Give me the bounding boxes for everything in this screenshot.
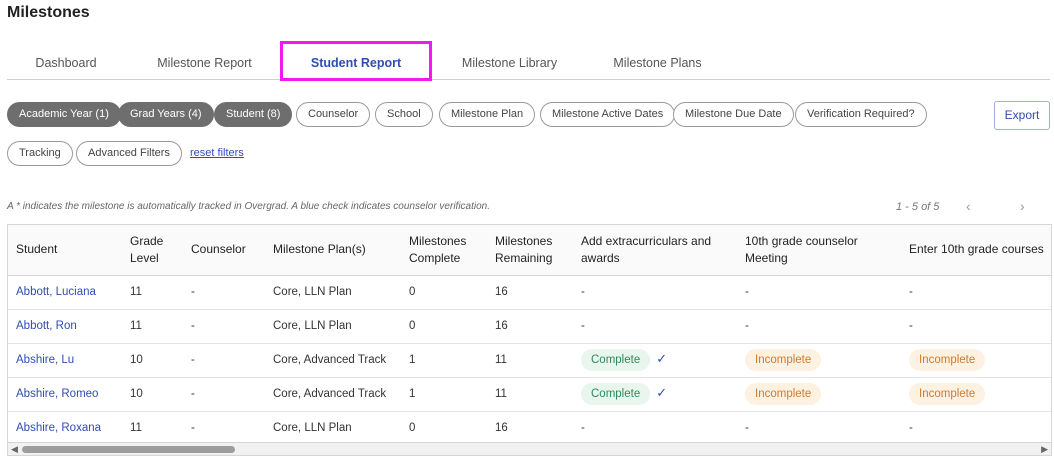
table-header-row: Student Grade Level Counselor Milestone … bbox=[8, 225, 1051, 276]
column-header[interactable]: Milestones Remaining bbox=[487, 225, 573, 276]
tab-milestone-library[interactable]: Milestone Library bbox=[452, 42, 567, 80]
table-row: Abshire, Roxana 11 - Core, LLN Plan 0 16… bbox=[8, 411, 1051, 442]
milestones-complete-cell: 0 bbox=[401, 411, 487, 442]
counselor-cell: - bbox=[183, 343, 265, 378]
extracurriculars-cell: Complete ✓ bbox=[573, 377, 737, 412]
extracurriculars-cell: - bbox=[573, 275, 737, 310]
milestones-remaining-cell: 11 bbox=[487, 377, 573, 412]
milestones-complete-cell: 1 bbox=[401, 377, 487, 412]
courses-cell: - bbox=[901, 275, 1051, 310]
verified-check-icon: ✓ bbox=[656, 385, 668, 400]
milestones-remaining-cell: 16 bbox=[487, 411, 573, 442]
extracurriculars-cell: - bbox=[573, 411, 737, 442]
chevron-right-icon[interactable]: › bbox=[1020, 198, 1025, 214]
filter-grad-years[interactable]: Grad Years (4) bbox=[118, 102, 214, 127]
counselor-meeting-cell: Incomplete bbox=[737, 377, 901, 412]
incomplete-badge: Incomplete bbox=[909, 383, 986, 405]
column-header[interactable]: Counselor bbox=[183, 225, 265, 276]
column-header[interactable]: Milestone Plan(s) bbox=[265, 225, 401, 276]
grade-level-cell: 10 bbox=[122, 343, 183, 378]
page-title: Milestones bbox=[7, 4, 90, 21]
courses-cell: Incomplete bbox=[901, 343, 1051, 378]
filter-school[interactable]: School bbox=[375, 102, 433, 127]
tab-bar: Dashboard Milestone Report Student Repor… bbox=[7, 41, 1050, 81]
extracurriculars-cell: - bbox=[573, 309, 737, 344]
filter-student[interactable]: Student (8) bbox=[214, 102, 293, 127]
student-name-link[interactable]: Abbott, Luciana bbox=[8, 275, 122, 310]
filter-milestone-plan[interactable]: Milestone Plan bbox=[439, 102, 536, 127]
horizontal-scrollbar[interactable]: ◀ ▶ bbox=[7, 442, 1052, 456]
grade-level-cell: 11 bbox=[122, 309, 183, 344]
tab-dashboard[interactable]: Dashboard bbox=[11, 42, 121, 80]
table-row: Abshire, Lu 10 - Core, Advanced Track 1 … bbox=[8, 343, 1051, 378]
milestones-remaining-cell: 16 bbox=[487, 275, 573, 310]
extracurriculars-cell: Complete ✓ bbox=[573, 343, 737, 378]
filter-tracking[interactable]: Tracking bbox=[7, 141, 73, 166]
counselor-cell: - bbox=[183, 275, 265, 310]
tracking-info-text: A * indicates the milestone is automatic… bbox=[7, 201, 491, 212]
incomplete-badge: Incomplete bbox=[745, 349, 822, 371]
milestone-plans-cell: Core, Advanced Track bbox=[265, 377, 401, 412]
column-header[interactable]: Milestones Complete bbox=[401, 225, 487, 276]
scroll-left-icon[interactable]: ◀ bbox=[11, 444, 18, 455]
table-row: Abshire, Romeo 10 - Core, Advanced Track… bbox=[8, 377, 1051, 412]
chevron-left-icon[interactable]: ‹ bbox=[966, 198, 971, 214]
milestones-complete-cell: 1 bbox=[401, 343, 487, 378]
column-header[interactable]: Grade Level bbox=[122, 225, 183, 276]
milestones-complete-cell: 0 bbox=[401, 309, 487, 344]
milestones-remaining-cell: 11 bbox=[487, 343, 573, 378]
courses-cell: Incomplete bbox=[901, 377, 1051, 412]
counselor-cell: - bbox=[183, 411, 265, 442]
pagination-range: 1 - 5 of 5 bbox=[896, 201, 940, 213]
tab-milestone-report[interactable]: Milestone Report bbox=[147, 42, 262, 80]
student-name-link[interactable]: Abshire, Roxana bbox=[8, 411, 122, 442]
counselor-cell: - bbox=[183, 309, 265, 344]
student-name-link[interactable]: Abshire, Lu bbox=[8, 343, 122, 378]
filter-milestone-active-dates[interactable]: Milestone Active Dates bbox=[540, 102, 676, 127]
table-row: Abbott, Ron 11 - Core, LLN Plan 0 16 - -… bbox=[8, 309, 1051, 344]
filter-milestone-due-date[interactable]: Milestone Due Date bbox=[673, 102, 794, 127]
scrollbar-thumb[interactable] bbox=[22, 446, 235, 453]
milestone-plans-cell: Core, LLN Plan bbox=[265, 309, 401, 344]
counselor-cell: - bbox=[183, 377, 265, 412]
student-name-link[interactable]: Abbott, Ron bbox=[8, 309, 122, 344]
milestone-plans-cell: Core, Advanced Track bbox=[265, 343, 401, 378]
grade-level-cell: 10 bbox=[122, 377, 183, 412]
counselor-meeting-cell: - bbox=[737, 411, 901, 442]
milestones-complete-cell: 0 bbox=[401, 275, 487, 310]
counselor-meeting-cell: Incomplete bbox=[737, 343, 901, 378]
scroll-right-icon[interactable]: ▶ bbox=[1041, 444, 1048, 455]
column-header[interactable]: 10th grade counselor Meeting bbox=[737, 225, 901, 276]
filter-verification-required[interactable]: Verification Required? bbox=[795, 102, 927, 127]
milestone-plans-cell: Core, LLN Plan bbox=[265, 275, 401, 310]
incomplete-badge: Incomplete bbox=[745, 383, 822, 405]
filter-advanced-filters[interactable]: Advanced Filters bbox=[76, 141, 182, 166]
reset-filters-link[interactable]: reset filters bbox=[190, 147, 244, 159]
export-button[interactable]: Export bbox=[994, 101, 1050, 130]
column-header[interactable]: Add extracurriculars and awards bbox=[573, 225, 737, 276]
filter-counselor[interactable]: Counselor bbox=[296, 102, 371, 127]
student-report-table: Student Grade Level Counselor Milestone … bbox=[7, 224, 1052, 442]
counselor-meeting-cell: - bbox=[737, 309, 901, 344]
column-header[interactable]: Enter 10th grade courses bbox=[901, 225, 1051, 276]
grade-level-cell: 11 bbox=[122, 275, 183, 310]
filter-academic-year[interactable]: Academic Year (1) bbox=[7, 102, 121, 127]
complete-badge: Complete bbox=[581, 349, 651, 371]
table-row: Abbott, Luciana 11 - Core, LLN Plan 0 16… bbox=[8, 275, 1051, 310]
verified-check-icon: ✓ bbox=[656, 351, 668, 366]
courses-cell: - bbox=[901, 309, 1051, 344]
tab-student-report[interactable]: Student Report bbox=[280, 41, 432, 81]
student-name-link[interactable]: Abshire, Romeo bbox=[8, 377, 122, 412]
tab-milestone-plans[interactable]: Milestone Plans bbox=[605, 42, 710, 80]
incomplete-badge: Incomplete bbox=[909, 349, 986, 371]
milestone-plans-cell: Core, LLN Plan bbox=[265, 411, 401, 442]
grade-level-cell: 11 bbox=[122, 411, 183, 442]
column-header[interactable]: Student bbox=[8, 225, 122, 276]
counselor-meeting-cell: - bbox=[737, 275, 901, 310]
courses-cell: - bbox=[901, 411, 1051, 442]
milestones-remaining-cell: 16 bbox=[487, 309, 573, 344]
complete-badge: Complete bbox=[581, 383, 651, 405]
